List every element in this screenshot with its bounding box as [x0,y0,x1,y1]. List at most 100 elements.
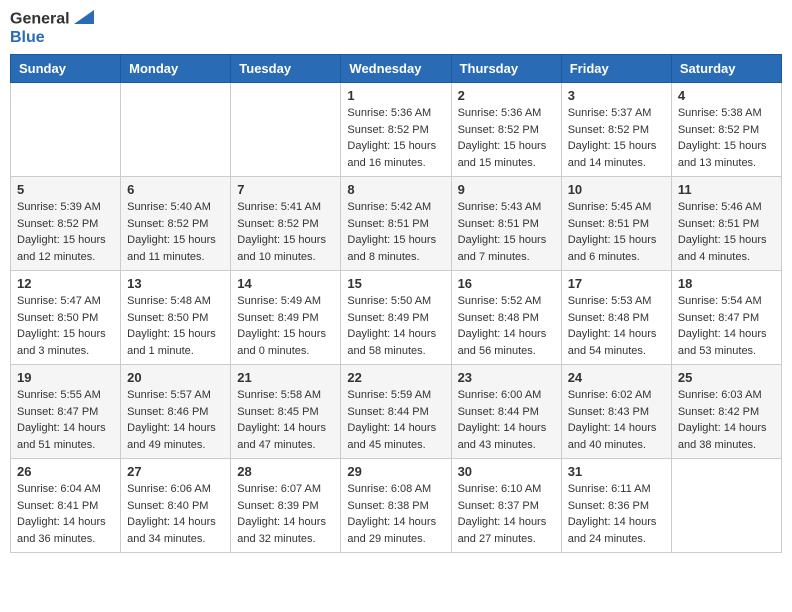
day-detail: Sunrise: 5:54 AMSunset: 8:47 PMDaylight:… [678,293,775,359]
day-number: 13 [127,276,224,291]
day-number: 6 [127,182,224,197]
calendar-cell: 17 Sunrise: 5:53 AMSunset: 8:48 PMDayligh… [561,271,671,365]
day-number: 2 [458,88,555,103]
day-detail: Sunrise: 5:59 AMSunset: 8:44 PMDaylight:… [347,387,444,453]
calendar-table: SundayMondayTuesdayWednesdayThursdayFrid… [10,54,782,553]
calendar-week-2: 5Sunrise: 5:39 AMSunset: 8:52 PMDaylight… [11,177,782,271]
day-number: 12 [17,276,114,291]
calendar-header-row: SundayMondayTuesdayWednesdayThursdayFrid… [11,55,782,83]
day-number: 26 [17,464,114,479]
logo-blue: Blue [10,29,94,47]
day-detail: Sunrise: 6:06 AMSunset: 8:40 PMDaylight:… [127,481,224,547]
day-number: 14 [237,276,334,291]
calendar-cell: 2 Sunrise: 5:36 AMSunset: 8:52 PMDaylight… [451,83,561,177]
day-number: 25 [678,370,775,385]
calendar-cell: 26 Sunrise: 6:04 AMSunset: 8:41 PMDayligh… [11,459,121,553]
day-number: 29 [347,464,444,479]
day-number: 10 [568,182,665,197]
calendar-cell: 18 Sunrise: 5:54 AMSunset: 8:47 PMDayligh… [671,271,781,365]
calendar-week-3: 12 Sunrise: 5:47 AMSunset: 8:50 PMDayligh… [11,271,782,365]
day-detail: Sunrise: 5:38 AMSunset: 8:52 PMDaylight:… [678,105,775,171]
calendar-week-1: 1 Sunrise: 5:36 AMSunset: 8:52 PMDaylight… [11,83,782,177]
calendar-cell: 1Sunrise: 5:36 AMSunset: 8:52 PMDaylight… [341,83,451,177]
logo: General Blue [10,10,94,46]
calendar-week-5: 26 Sunrise: 6:04 AMSunset: 8:41 PMDayligh… [11,459,782,553]
day-number: 19 [17,370,114,385]
day-detail: Sunrise: 5:55 AMSunset: 8:47 PMDaylight:… [17,387,114,453]
calendar-cell: 3Sunrise: 5:37 AMSunset: 8:52 PMDaylight… [561,83,671,177]
day-detail: Sunrise: 5:45 AMSunset: 8:51 PMDaylight:… [568,199,665,265]
day-detail: Sunrise: 6:08 AMSunset: 8:38 PMDaylight:… [347,481,444,547]
column-header-sunday: Sunday [11,55,121,83]
calendar-cell: 20 Sunrise: 5:57 AMSunset: 8:46 PMDayligh… [121,365,231,459]
calendar-cell [121,83,231,177]
day-number: 31 [568,464,665,479]
day-number: 22 [347,370,444,385]
calendar-cell: 31 Sunrise: 6:11 AMSunset: 8:36 PMDayligh… [561,459,671,553]
calendar-cell: 13 Sunrise: 5:48 AMSunset: 8:50 PMDayligh… [121,271,231,365]
day-detail: Sunrise: 6:11 AMSunset: 8:36 PMDaylight:… [568,481,665,547]
day-detail: Sunrise: 5:58 AMSunset: 8:45 PMDaylight:… [237,387,334,453]
calendar-cell: 29 Sunrise: 6:08 AMSunset: 8:38 PMDayligh… [341,459,451,553]
day-number: 30 [458,464,555,479]
day-number: 11 [678,182,775,197]
calendar-cell: 6 Sunrise: 5:40 AMSunset: 8:52 PMDaylight… [121,177,231,271]
day-detail: Sunrise: 5:50 AMSunset: 8:49 PMDaylight:… [347,293,444,359]
calendar-cell: 14 Sunrise: 5:49 AMSunset: 8:49 PMDayligh… [231,271,341,365]
day-detail: Sunrise: 6:10 AMSunset: 8:37 PMDaylight:… [458,481,555,547]
day-detail: Sunrise: 6:03 AMSunset: 8:42 PMDaylight:… [678,387,775,453]
day-number: 28 [237,464,334,479]
day-detail: Sunrise: 5:53 AMSunset: 8:48 PMDaylight:… [568,293,665,359]
calendar-cell: 25 Sunrise: 6:03 AMSunset: 8:42 PMDayligh… [671,365,781,459]
day-detail: Sunrise: 5:40 AMSunset: 8:52 PMDaylight:… [127,199,224,265]
calendar-cell: 30 Sunrise: 6:10 AMSunset: 8:37 PMDayligh… [451,459,561,553]
day-number: 1 [347,88,444,103]
calendar-cell: 28Sunrise: 6:07 AMSunset: 8:39 PMDayligh… [231,459,341,553]
column-header-tuesday: Tuesday [231,55,341,83]
calendar-cell: 19 Sunrise: 5:55 AMSunset: 8:47 PMDayligh… [11,365,121,459]
day-detail: Sunrise: 5:43 AMSunset: 8:51 PMDaylight:… [458,199,555,265]
day-detail: Sunrise: 6:04 AMSunset: 8:41 PMDaylight:… [17,481,114,547]
day-number: 20 [127,370,224,385]
day-number: 27 [127,464,224,479]
day-number: 24 [568,370,665,385]
calendar-week-4: 19 Sunrise: 5:55 AMSunset: 8:47 PMDayligh… [11,365,782,459]
day-number: 7 [237,182,334,197]
day-detail: Sunrise: 5:42 AMSunset: 8:51 PMDaylight:… [347,199,444,265]
calendar-cell [671,459,781,553]
page-header: General Blue [10,10,782,46]
calendar-cell: 27 Sunrise: 6:06 AMSunset: 8:40 PMDayligh… [121,459,231,553]
day-detail: Sunrise: 5:48 AMSunset: 8:50 PMDaylight:… [127,293,224,359]
day-number: 21 [237,370,334,385]
day-detail: Sunrise: 5:49 AMSunset: 8:49 PMDaylight:… [237,293,334,359]
day-number: 4 [678,88,775,103]
logo-container: General Blue [10,10,94,46]
calendar-cell [231,83,341,177]
column-header-wednesday: Wednesday [341,55,451,83]
day-detail: Sunrise: 5:39 AMSunset: 8:52 PMDaylight:… [17,199,114,265]
calendar-cell: 12 Sunrise: 5:47 AMSunset: 8:50 PMDayligh… [11,271,121,365]
day-number: 23 [458,370,555,385]
day-detail: Sunrise: 5:37 AMSunset: 8:52 PMDaylight:… [568,105,665,171]
day-detail: Sunrise: 6:00 AMSunset: 8:44 PMDaylight:… [458,387,555,453]
calendar-cell: 7Sunrise: 5:41 AMSunset: 8:52 PMDaylight… [231,177,341,271]
calendar-cell: 21 Sunrise: 5:58 AMSunset: 8:45 PMDayligh… [231,365,341,459]
calendar-cell: 4 Sunrise: 5:38 AMSunset: 8:52 PMDaylight… [671,83,781,177]
day-detail: Sunrise: 5:57 AMSunset: 8:46 PMDaylight:… [127,387,224,453]
calendar-cell: 8 Sunrise: 5:42 AMSunset: 8:51 PMDaylight… [341,177,451,271]
day-number: 9 [458,182,555,197]
column-header-thursday: Thursday [451,55,561,83]
calendar-cell: 24Sunrise: 6:02 AMSunset: 8:43 PMDayligh… [561,365,671,459]
day-number: 18 [678,276,775,291]
logo-general: General [10,10,94,29]
calendar-cell: 10 Sunrise: 5:45 AMSunset: 8:51 PMDayligh… [561,177,671,271]
day-number: 16 [458,276,555,291]
calendar-cell: 15Sunrise: 5:50 AMSunset: 8:49 PMDayligh… [341,271,451,365]
column-header-saturday: Saturday [671,55,781,83]
day-detail: Sunrise: 5:36 AMSunset: 8:52 PMDaylight:… [458,105,555,171]
day-number: 8 [347,182,444,197]
calendar-cell: 9 Sunrise: 5:43 AMSunset: 8:51 PMDaylight… [451,177,561,271]
calendar-cell: 23 Sunrise: 6:00 AMSunset: 8:44 PMDayligh… [451,365,561,459]
day-number: 17 [568,276,665,291]
day-detail: Sunrise: 5:47 AMSunset: 8:50 PMDaylight:… [17,293,114,359]
